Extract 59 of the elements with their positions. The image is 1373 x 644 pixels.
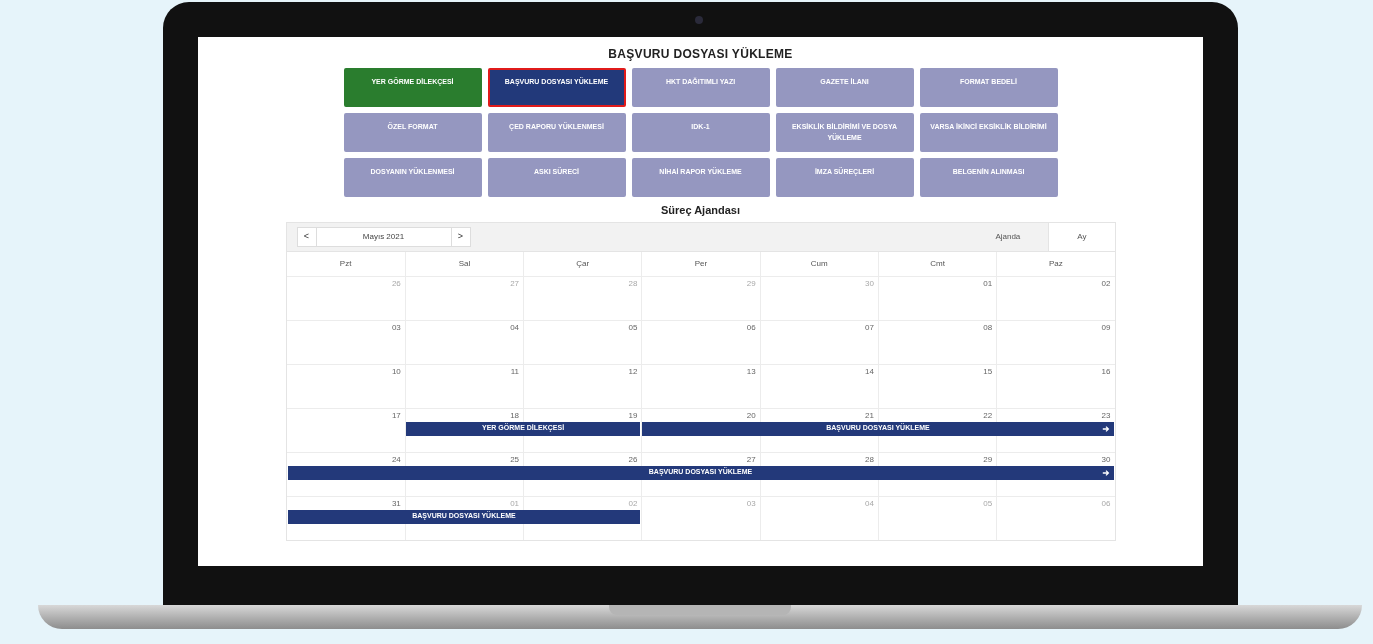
- weekday-header: Pzt: [338, 257, 353, 270]
- day-number: 22: [983, 409, 993, 420]
- day-number: 03: [391, 321, 401, 332]
- day-number: 01: [983, 277, 993, 288]
- day-number: 05: [628, 321, 638, 332]
- weekday-header: Per: [641, 251, 760, 276]
- weekday-header: Cum: [759, 251, 878, 276]
- day-number: 28: [628, 277, 638, 288]
- month-label: Mayıs 2021: [316, 226, 451, 247]
- day-number: 15: [983, 365, 993, 376]
- camera-icon: [695, 16, 703, 24]
- weekday-header: Paz: [996, 251, 1115, 276]
- weekday-header: Sal: [404, 251, 524, 276]
- day-number: 25: [510, 453, 520, 464]
- day-number: 07: [865, 321, 874, 332]
- day-number: 31: [391, 497, 401, 508]
- day-number: 11: [510, 365, 520, 376]
- day-number: 23: [1101, 409, 1111, 420]
- day-number: 02: [628, 497, 638, 508]
- day-number: 06: [746, 321, 756, 332]
- day-number: 04: [510, 321, 520, 332]
- page-title: BAŞVURU DOSYASI YÜKLEME: [608, 46, 793, 63]
- day-number: 19: [628, 409, 638, 420]
- day-number: 30: [1101, 453, 1111, 464]
- day-number: 14: [865, 365, 874, 376]
- day-number: 18: [510, 409, 520, 420]
- day-number: 06: [1101, 497, 1111, 508]
- day-number: 12: [628, 365, 638, 376]
- day-number: 01: [510, 497, 520, 508]
- day-number: 03: [746, 497, 756, 508]
- day-number: 24: [391, 453, 401, 464]
- day-number: 13: [746, 365, 756, 376]
- day-number: 04: [865, 497, 874, 508]
- day-number: 26: [628, 453, 638, 464]
- day-number: 29: [746, 277, 756, 288]
- day-number: 21: [865, 409, 874, 420]
- prev-button[interactable]: <: [296, 226, 317, 247]
- arrow-right-icon: [1101, 424, 1110, 433]
- view-tab[interactable]: Ay: [1048, 222, 1115, 251]
- day-number: 28: [865, 453, 874, 464]
- day-number: 27: [510, 277, 520, 288]
- view-tab[interactable]: Ajanda: [967, 222, 1049, 251]
- arrow-right-icon: [1101, 468, 1110, 477]
- day-number: 20: [746, 409, 756, 420]
- calendar-title: Süreç Ajandası: [660, 203, 741, 218]
- next-button[interactable]: >: [450, 226, 471, 247]
- day-number: 09: [1101, 321, 1111, 332]
- day-number: 26: [391, 277, 401, 288]
- weekday-header: Cmt: [877, 251, 997, 276]
- day-number: 16: [1101, 365, 1111, 376]
- day-number: 27: [746, 453, 756, 464]
- day-number: 02: [1101, 277, 1111, 288]
- day-number: 29: [983, 453, 993, 464]
- day-number: 08: [983, 321, 993, 332]
- day-number: 05: [983, 497, 993, 508]
- weekday-header: Çar: [523, 251, 642, 276]
- day-number: 10: [391, 365, 401, 376]
- day-number: 30: [865, 277, 874, 288]
- day-number: 17: [391, 409, 401, 420]
